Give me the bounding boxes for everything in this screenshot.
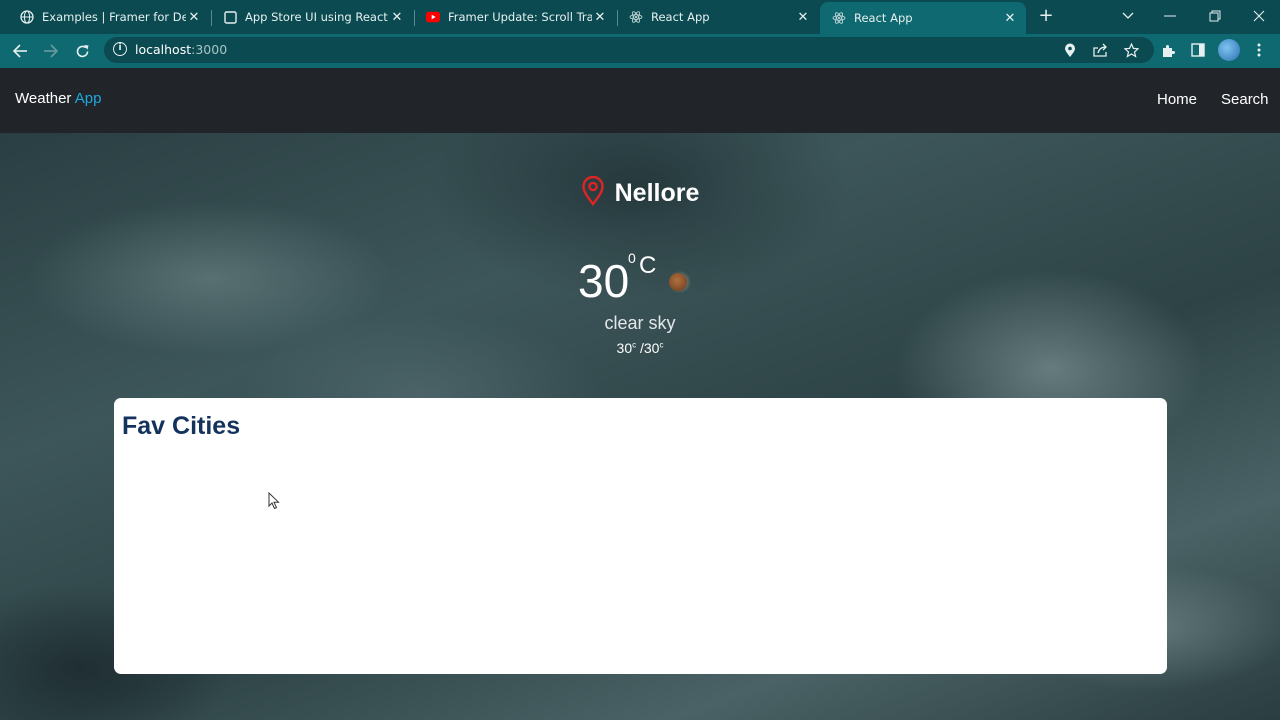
degree-symbol: 0 bbox=[628, 250, 636, 266]
temperature-unit: C bbox=[639, 252, 657, 279]
react-icon bbox=[629, 10, 643, 24]
forward-button[interactable] bbox=[40, 40, 62, 62]
location-pin-icon bbox=[581, 175, 605, 210]
arrow-left-icon bbox=[12, 44, 27, 58]
back-button[interactable] bbox=[9, 40, 31, 62]
arrow-right-icon bbox=[44, 44, 59, 58]
share-icon[interactable] bbox=[1091, 41, 1109, 59]
site-navbar: Weather App Home Search bbox=[0, 68, 1280, 133]
tab-framer-update[interactable]: Framer Update: Scroll Transfor ✕ bbox=[406, 0, 616, 34]
tab-react-app-active[interactable]: React App ✕ bbox=[820, 2, 1026, 34]
tab-app-store-ui[interactable]: App Store UI using React and F ✕ bbox=[203, 0, 413, 34]
city-name: Nellore bbox=[614, 178, 700, 207]
reload-icon bbox=[76, 44, 88, 57]
tab-react-app[interactable]: React App ✕ bbox=[609, 0, 819, 34]
close-icon[interactable]: ✕ bbox=[1002, 10, 1018, 26]
more-menu-icon[interactable] bbox=[1250, 41, 1268, 59]
minimize-button[interactable] bbox=[1148, 0, 1192, 32]
browser-tab-strip: Examples | Framer for Develop ✕ App Stor… bbox=[0, 0, 1280, 34]
close-icon[interactable]: ✕ bbox=[795, 9, 811, 25]
min-max-temperature: 30c /30c bbox=[0, 340, 1280, 356]
url-text: localhost:3000 bbox=[135, 42, 227, 57]
close-icon[interactable]: ✕ bbox=[186, 9, 202, 25]
max-temp: 30 bbox=[616, 340, 633, 356]
chevron-down-icon bbox=[1122, 12, 1134, 19]
tab-title: React App bbox=[854, 11, 913, 25]
tab-title: Framer Update: Scroll Transfor bbox=[448, 10, 592, 24]
restore-button[interactable] bbox=[1193, 0, 1237, 32]
new-tab-button[interactable]: + bbox=[1036, 6, 1056, 26]
youtube-icon bbox=[426, 10, 440, 24]
city-header: Nellore bbox=[0, 175, 1280, 210]
url-port: :3000 bbox=[191, 42, 228, 57]
temperature-value: 30 bbox=[578, 255, 630, 307]
fav-cities-title: Fav Cities bbox=[122, 412, 241, 440]
brand-logo[interactable]: Weather App bbox=[15, 90, 101, 107]
close-icon bbox=[1253, 10, 1265, 22]
brand-accent: App bbox=[74, 90, 102, 107]
temp-separator: / bbox=[636, 340, 644, 356]
profile-avatar[interactable] bbox=[1218, 39, 1240, 61]
mouse-cursor-icon bbox=[268, 491, 280, 514]
min-temp-unit: c bbox=[659, 340, 664, 350]
address-bar[interactable]: i localhost:3000 bbox=[104, 37, 1154, 63]
nav-search-link[interactable]: Search bbox=[1221, 91, 1269, 108]
extensions-icon[interactable] bbox=[1159, 41, 1177, 59]
min-temp: 30 bbox=[643, 340, 660, 356]
brand-main: Weather bbox=[15, 90, 75, 107]
fav-cities-card: Fav Cities bbox=[114, 398, 1167, 674]
star-icon[interactable] bbox=[1122, 41, 1140, 59]
minimize-icon bbox=[1164, 15, 1176, 17]
close-window-button[interactable] bbox=[1237, 0, 1280, 32]
globe-icon bbox=[20, 10, 34, 24]
react-icon bbox=[832, 11, 846, 25]
weather-description: clear sky bbox=[604, 313, 676, 333]
moon-icon bbox=[669, 273, 687, 291]
square-icon bbox=[223, 10, 237, 24]
weather-page: Weather App Home Search Nellore 30 0 C c… bbox=[0, 68, 1280, 720]
tab-title: App Store UI using React and F bbox=[245, 10, 389, 24]
close-icon[interactable]: ✕ bbox=[592, 9, 608, 25]
restore-icon bbox=[1209, 10, 1221, 22]
tab-title: React App bbox=[651, 10, 710, 24]
tab-search-button[interactable] bbox=[1106, 0, 1150, 32]
tab-examples-framer[interactable]: Examples | Framer for Develop ✕ bbox=[0, 0, 210, 34]
tab-title: Examples | Framer for Develop bbox=[42, 10, 186, 24]
close-icon[interactable]: ✕ bbox=[389, 9, 405, 25]
nav-home-link[interactable]: Home bbox=[1157, 91, 1197, 108]
side-panel-icon[interactable] bbox=[1189, 41, 1207, 59]
url-host: localhost bbox=[135, 42, 192, 57]
info-icon[interactable]: i bbox=[113, 42, 127, 56]
reload-button[interactable] bbox=[71, 40, 93, 62]
location-icon[interactable] bbox=[1061, 41, 1079, 59]
